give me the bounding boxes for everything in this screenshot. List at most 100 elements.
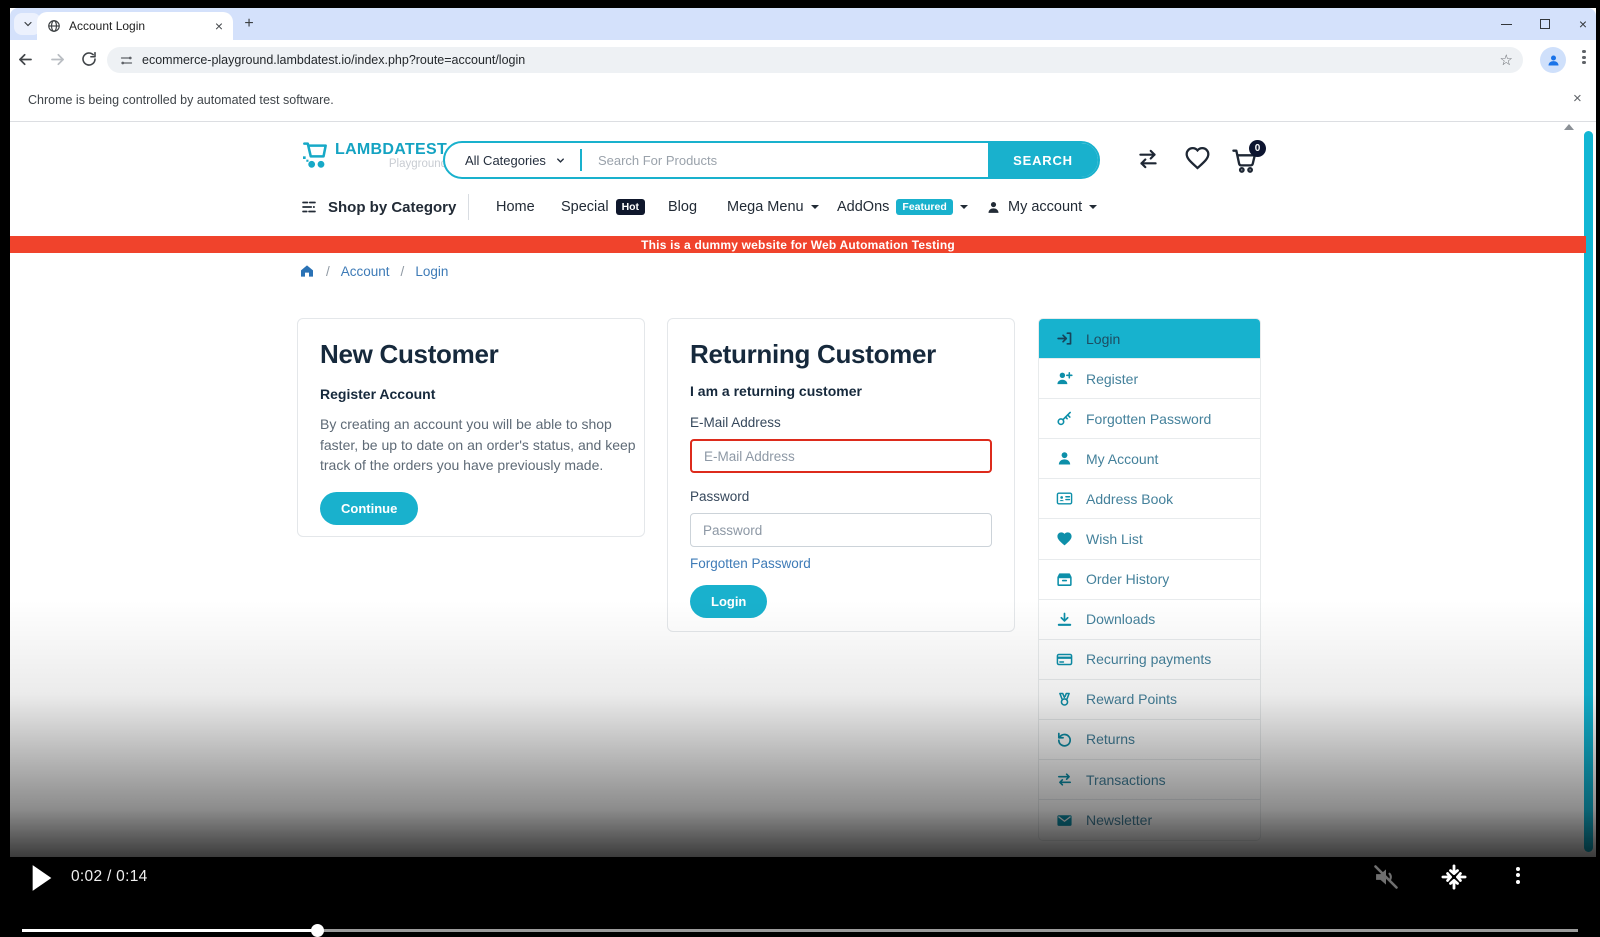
nav-special-label: Special [561, 199, 609, 215]
profile-avatar[interactable] [1540, 47, 1566, 73]
shop-by-category-label: Shop by Category [328, 199, 456, 216]
download-icon [1056, 611, 1073, 628]
forgotten-password-link[interactable]: Forgotten Password [690, 556, 811, 571]
continue-button[interactable]: Continue [320, 492, 418, 525]
notice-banner-text: This is a dummy website for Web Automati… [641, 238, 955, 252]
url-bar[interactable]: ecommerce-playground.lambdatest.io/index… [107, 47, 1523, 73]
user-plus-icon [1056, 370, 1073, 387]
nav-blog-label: Blog [668, 199, 697, 215]
play-button[interactable] [30, 864, 54, 892]
wishlist-heart-icon[interactable] [1184, 146, 1211, 172]
exchange-arrows-icon [1056, 771, 1073, 788]
video-options-icon[interactable] [1510, 864, 1526, 890]
browser-tab[interactable]: Account Login × [37, 12, 233, 40]
nav-my-account[interactable]: My account [986, 196, 1097, 218]
sidebar-item-transactions[interactable]: Transactions [1039, 760, 1260, 800]
email-field[interactable] [690, 439, 992, 473]
returning-customer-subtitle: I am a returning customer [690, 383, 992, 399]
sidebar-item-label: Forgotten Password [1086, 411, 1211, 427]
bookmark-star-icon[interactable]: ☆ [1500, 51, 1513, 69]
video-progress-played [22, 929, 318, 933]
nav-mega-menu[interactable]: Mega Menu [727, 196, 819, 218]
sidebar-item-my-account[interactable]: My Account [1039, 439, 1260, 479]
login-button[interactable]: Login [690, 585, 767, 618]
tab-title: Account Login [69, 19, 207, 33]
search-input[interactable] [582, 153, 988, 168]
window-minimize-button[interactable] [1497, 16, 1515, 32]
reload-button[interactable] [78, 48, 100, 70]
tab-close-icon[interactable]: × [215, 19, 223, 33]
sidebar-item-newsletter[interactable]: Newsletter [1039, 800, 1260, 840]
category-dropdown[interactable]: All Categories [445, 153, 580, 168]
exit-fullscreen-icon[interactable] [1440, 863, 1468, 891]
video-progress-bar[interactable] [22, 929, 1578, 933]
logo-cart-icon [299, 139, 331, 171]
nav-divider [468, 194, 469, 220]
new-customer-card: New Customer Register Account By creatin… [297, 318, 645, 537]
sidebar-item-label: Wish List [1086, 531, 1143, 547]
sidebar-item-login[interactable]: Login [1039, 319, 1260, 359]
caret-down-icon [1089, 205, 1097, 209]
site-logo[interactable]: LAMBDATEST Playground [299, 139, 447, 171]
video-progress-knob[interactable] [311, 924, 324, 937]
sidebar-item-label: Login [1086, 331, 1120, 347]
sidebar-item-wish-list[interactable]: Wish List [1039, 519, 1260, 559]
email-label: E-Mail Address [690, 415, 992, 430]
nav-home[interactable]: Home [496, 196, 535, 218]
sidebar-item-register[interactable]: Register [1039, 359, 1260, 399]
breadcrumb-separator: / [401, 264, 405, 279]
forward-button[interactable] [46, 48, 68, 70]
sidebar-item-order-history[interactable]: Order History [1039, 560, 1260, 600]
nav-addons[interactable]: AddOns Featured [837, 196, 968, 218]
chevron-down-icon [22, 18, 34, 30]
nav-special[interactable]: Special Hot [561, 196, 645, 218]
sidebar-item-label: Recurring payments [1086, 651, 1211, 667]
sidebar-item-downloads[interactable]: Downloads [1039, 600, 1260, 640]
sidebar-item-reward-points[interactable]: Reward Points [1039, 680, 1260, 720]
password-label: Password [690, 489, 992, 504]
sidebar-item-returns[interactable]: Returns [1039, 720, 1260, 760]
muted-volume-icon[interactable] [1372, 863, 1400, 891]
sidebar-item-forgotten-password[interactable]: Forgotten Password [1039, 399, 1260, 439]
new-tab-button[interactable]: + [239, 14, 259, 34]
window-close-button[interactable]: × [1574, 16, 1592, 32]
key-icon [1056, 410, 1073, 427]
category-filter-icon [300, 198, 318, 216]
password-field[interactable] [690, 513, 992, 547]
address-card-icon [1056, 490, 1073, 507]
nav-my-account-label: My account [1008, 199, 1082, 215]
back-button[interactable] [14, 48, 36, 70]
account-sidebar: Login Register Forgotten Password My Acc… [1038, 318, 1261, 841]
site-settings-icon[interactable] [119, 53, 134, 68]
sidebar-item-label: My Account [1086, 451, 1158, 467]
compare-icon[interactable] [1134, 146, 1162, 172]
returning-customer-card: Returning Customer I am a returning cust… [667, 318, 1015, 632]
sidebar-item-address-book[interactable]: Address Book [1039, 479, 1260, 519]
chevron-down-icon [555, 155, 566, 166]
browser-menu-icon[interactable] [1576, 48, 1592, 70]
url-text[interactable]: ecommerce-playground.lambdatest.io/index… [142, 53, 1500, 67]
nav-home-label: Home [496, 199, 535, 215]
infobar-close-icon[interactable]: × [1573, 91, 1582, 106]
search-button[interactable]: SEARCH [988, 141, 1098, 179]
breadcrumb: / Account / Login [299, 263, 448, 279]
new-customer-body: By creating an account you will be able … [320, 414, 638, 476]
rotate-left-icon [1056, 731, 1073, 748]
window-maximize-button[interactable] [1536, 16, 1554, 32]
play-icon [30, 864, 54, 892]
shop-by-category-button[interactable]: Shop by Category [300, 196, 456, 218]
breadcrumb-account[interactable]: Account [341, 264, 390, 279]
caret-down-icon [960, 205, 968, 209]
sidebar-item-recurring-payments[interactable]: Recurring payments [1039, 640, 1260, 680]
home-icon[interactable] [299, 263, 315, 279]
nav-blog[interactable]: Blog [668, 196, 697, 218]
envelope-icon [1056, 812, 1073, 829]
logo-primary-text: LAMBDATEST [335, 141, 447, 159]
video-frame: Account Login × + × ecommerce-playground… [0, 0, 1600, 937]
video-timestamp: 0:02 / 0:14 [71, 868, 148, 886]
cart-count-badge: 0 [1249, 140, 1266, 157]
sidebar-item-label: Newsletter [1086, 812, 1152, 828]
sidebar-item-label: Register [1086, 371, 1138, 387]
breadcrumb-login[interactable]: Login [415, 264, 448, 279]
scroll-up-arrow[interactable] [1564, 124, 1574, 130]
